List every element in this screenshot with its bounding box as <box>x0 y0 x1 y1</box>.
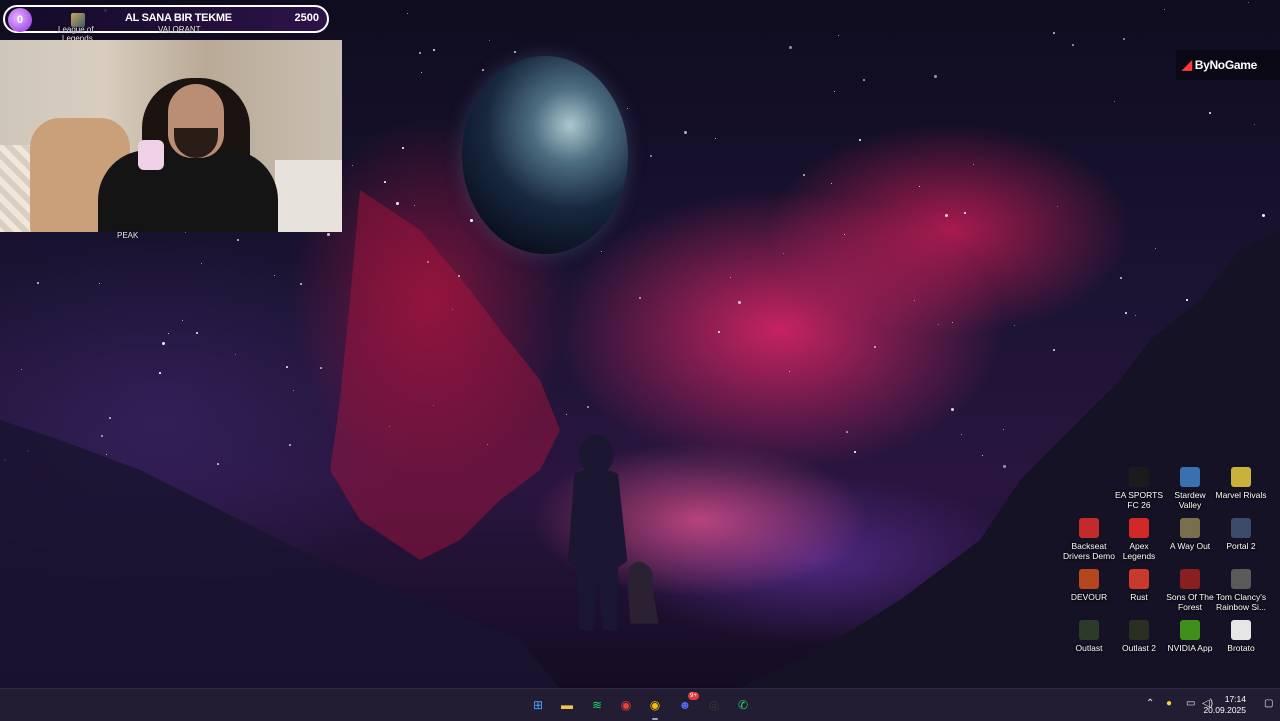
outlast-icon <box>1079 620 1099 640</box>
desktop-icon-label: Brotato <box>1227 643 1255 653</box>
desktop-icon-label: Portal 2 <box>1226 541 1256 551</box>
rust-icon <box>1129 569 1149 589</box>
cam-headset <box>138 140 164 170</box>
desktop-icon[interactable]: A Way Out <box>1163 518 1217 551</box>
desktop-icon[interactable]: Backseat Drivers Demo <box>1062 518 1116 561</box>
brand-name: ByNoGame <box>1194 58 1258 72</box>
desktop-icon-label: Marvel Rivals <box>1215 490 1267 500</box>
desktop-icon-label: Stardew Valley <box>1174 490 1206 510</box>
desktop-icon-label: Rust <box>1130 592 1148 602</box>
desktop-icon[interactable]: EA SPORTS FC 26 <box>1112 467 1166 510</box>
apex-icon <box>1129 518 1149 538</box>
discord-badge: 9+ <box>688 692 699 700</box>
taskbar: ⊞ ▬ ≋ ◉ ◉ ☻ 9+ ◎ ✆ ⌃ ● ▭ ◁) 17:14 20.09.2025 ▢ <box>0 688 1280 721</box>
brand-logo-icon: ◢ <box>1182 57 1192 72</box>
network-icon[interactable]: ▭ <box>1186 698 1195 709</box>
marvel-rivals-icon <box>1231 467 1251 487</box>
webcam-feed <box>0 40 342 232</box>
nvidia-icon <box>1180 620 1200 640</box>
start-button[interactable]: ⊞ <box>527 694 549 716</box>
desktop-icon[interactable]: Rust <box>1112 569 1166 602</box>
desktop-icon-label: Sons Of The Forest <box>1166 592 1214 612</box>
outlast2-icon <box>1129 620 1149 640</box>
whatsapp-icon[interactable]: ✆ <box>732 694 754 716</box>
desktop-icon[interactable]: Portal 2 <box>1214 518 1268 551</box>
desktop-icon-label: EA SPORTS FC 26 <box>1114 490 1164 510</box>
ea-fc-icon <box>1129 467 1149 487</box>
file-explorer-icon[interactable]: ▬ <box>556 694 578 716</box>
desktop-icon[interactable]: Outlast 2 <box>1112 620 1166 653</box>
chevron-up-icon[interactable]: ⌃ <box>1146 698 1154 709</box>
desktop-icon-label: Outlast 2 <box>1121 643 1157 653</box>
sons-forest-icon <box>1180 569 1200 589</box>
clock-date[interactable]: 20.09.2025 <box>1203 705 1246 715</box>
desktop-icon[interactable]: Tom Clancy's Rainbow Si... <box>1214 569 1268 612</box>
desktop-icon-label: Apex Legends <box>1122 541 1156 561</box>
cam-person-body <box>98 150 278 232</box>
alert-title: AL SANA BIR TEKME <box>125 12 232 24</box>
desktop-icon-label: Tom Clancy's Rainbow Si... <box>1215 592 1267 612</box>
desktop-icon[interactable]: Stardew Valley <box>1163 467 1217 510</box>
desktop-icon[interactable]: Marvel Rivals <box>1214 467 1268 500</box>
desktop-icon-label: DEVOUR <box>1070 592 1108 602</box>
a-way-out-icon <box>1180 518 1200 538</box>
desktop-icon[interactable]: Brotato <box>1214 620 1268 653</box>
microphone-icon[interactable]: ● <box>1166 698 1172 709</box>
portal2-icon <box>1231 518 1251 538</box>
desktop-icon-label: Outlast <box>1075 643 1103 653</box>
system-tray: ⌃ ● ▭ ◁) 17:14 20.09.2025 ▢ <box>1120 689 1280 721</box>
game-label-peak: PEAK <box>117 231 139 240</box>
desktop-icon[interactable]: Outlast <box>1062 620 1116 653</box>
game-label-league-1: League of <box>58 25 94 34</box>
discord-icon[interactable]: ☻ 9+ <box>674 692 699 716</box>
desktop-icon[interactable]: DEVOUR <box>1062 569 1116 602</box>
cam-shelf <box>275 160 342 232</box>
brotato-icon <box>1231 620 1251 640</box>
game-label-valorant: VALORANT <box>158 25 201 34</box>
spotify-icon[interactable]: ≋ <box>586 694 608 716</box>
notification-icon[interactable]: ▢ <box>1264 698 1273 709</box>
stardew-icon <box>1180 467 1200 487</box>
brand-watermark: ◢ ByNoGame <box>1176 50 1280 80</box>
desktop-icon[interactable]: NVIDIA App <box>1163 620 1217 653</box>
child-silhouette <box>568 434 659 630</box>
devour-icon <box>1079 569 1099 589</box>
obs-icon[interactable]: ◎ <box>703 694 725 716</box>
desktop-icon-label: NVIDIA App <box>1167 643 1213 653</box>
clock-time[interactable]: 17:14 <box>1225 694 1246 704</box>
desktop-icon-label: A Way Out <box>1169 541 1211 551</box>
backseat-drivers-icon <box>1079 518 1099 538</box>
desktop-icon-label: Backseat Drivers Demo <box>1063 541 1115 561</box>
desktop-icon[interactable]: Apex Legends <box>1112 518 1166 561</box>
alert-avatar: 0 <box>8 8 32 32</box>
rainbow-six-icon <box>1231 569 1251 589</box>
chrome-alt-icon[interactable]: ◉ <box>644 694 666 720</box>
desktop-icon[interactable]: Sons Of The Forest <box>1163 569 1217 612</box>
alert-amount: 2500 <box>294 12 319 24</box>
chrome-icon[interactable]: ◉ <box>615 694 637 716</box>
